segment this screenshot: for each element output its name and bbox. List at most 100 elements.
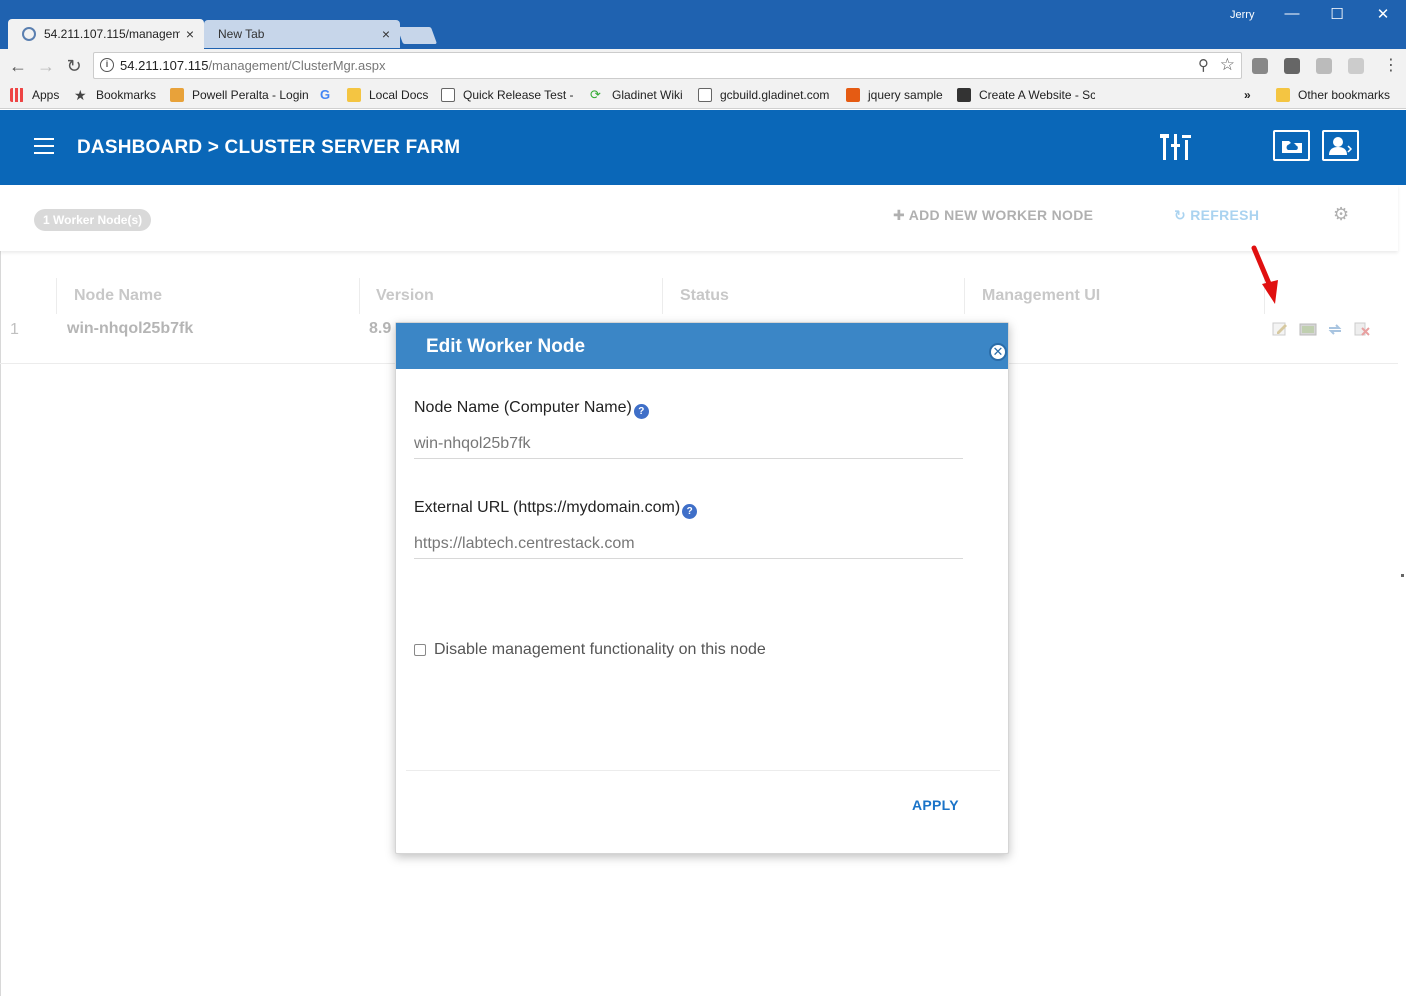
column-header-status[interactable]: Status — [662, 278, 965, 314]
external-url-label: External URL (https://mydomain.com)? — [414, 499, 698, 519]
tab-new-tab[interactable]: New Tab × — [204, 20, 400, 48]
tab-cluster-manager[interactable]: 54.211.107.115/managem × — [8, 19, 204, 49]
minimize-button[interactable]: — — [1277, 5, 1307, 25]
column-header-version[interactable]: Version — [359, 278, 662, 314]
row-number: 1 — [10, 321, 19, 338]
gear-icon[interactable]: ⚙ — [1333, 204, 1349, 225]
external-url-input[interactable] — [414, 529, 963, 559]
bookmark-local-docs[interactable]: Local Docs — [347, 88, 428, 102]
close-icon[interactable]: × — [186, 26, 194, 42]
edit-icon[interactable] — [1272, 322, 1290, 336]
add-worker-node-button[interactable]: ✚ ADD NEW WORKER NODE — [893, 207, 1093, 224]
tools-icon[interactable] — [1160, 132, 1192, 162]
url-path: /management/ClusterMgr.aspx — [208, 58, 386, 73]
bookmarks-bar: Apps ★ Bookmarks Powell Peralta - Login G… — [0, 83, 1406, 109]
bookmark-gladinet-wiki[interactable]: ⟳ Gladinet Wiki — [590, 88, 683, 102]
maximize-button[interactable]: ☐ — [1322, 5, 1352, 25]
refresh-button[interactable]: ↻ REFRESH — [1174, 207, 1259, 224]
bookmark-powell-peralta[interactable]: Powell Peralta - Login — [170, 88, 308, 102]
help-icon[interactable]: ? — [633, 404, 649, 419]
address-bar[interactable]: i 54.211.107.115/management/ClusterMgr.a… — [93, 52, 1242, 79]
bookmark-label: jquery sample — [868, 88, 943, 102]
info-icon[interactable]: i — [100, 58, 114, 72]
apps-icon — [10, 88, 24, 102]
extension-icon[interactable] — [1316, 58, 1332, 74]
help-icon[interactable]: ? — [682, 504, 698, 519]
url-text[interactable]: 54.211.107.115/management/ClusterMgr.asp… — [120, 58, 385, 73]
close-icon[interactable]: × — [382, 26, 390, 42]
bookmark-create-website[interactable]: Create A Website - Sc — [957, 88, 1095, 102]
refresh-icon: ↻ — [1174, 207, 1191, 223]
cluster-toolbar: 1 Worker Node(s) ✚ ADD NEW WORKER NODE ↻… — [0, 185, 1398, 251]
dialog-title: Edit Worker Node — [426, 336, 586, 357]
bookmark-apps[interactable]: Apps — [10, 88, 59, 102]
bookmark-label: gcbuild.gladinet.com — [720, 88, 830, 102]
google-icon: G — [320, 88, 331, 102]
bookmark-other[interactable]: Other bookmarks — [1276, 88, 1390, 102]
bookmark-label: Quick Release Test - ( — [463, 88, 577, 102]
node-name-label: Node Name (Computer Name)? — [414, 399, 649, 419]
bookmark-jquery-sample[interactable]: jquery sample — [846, 88, 943, 102]
delete-icon[interactable] — [1353, 322, 1371, 336]
breadcrumb[interactable]: DASHBOARD > CLUSTER SERVER FARM — [77, 137, 460, 159]
extension-icon[interactable] — [1284, 58, 1300, 74]
disable-management-checkbox[interactable] — [414, 644, 426, 656]
star-icon: ★ — [74, 88, 87, 102]
bookmark-label: Bookmarks — [96, 88, 157, 102]
profile-name[interactable]: Jerry — [1230, 9, 1254, 21]
browser-titlebar: 54.211.107.115/managem × New Tab × Jerry… — [0, 0, 1406, 49]
page-left-border — [0, 185, 1, 996]
bookmark-quick-release[interactable]: Quick Release Test - ( — [441, 88, 577, 102]
bookmark-bookmarks[interactable]: ★ Bookmarks — [74, 88, 156, 102]
window-close-button[interactable]: ✕ — [1368, 5, 1398, 25]
column-header-actions — [1264, 278, 1398, 314]
extension-icon[interactable] — [1252, 58, 1268, 74]
dialog-divider — [406, 770, 1000, 771]
disable-management-label: Disable management functionality on this… — [434, 641, 766, 658]
tab-title: New Tab — [218, 27, 265, 41]
page-icon — [22, 27, 36, 41]
user-account-icon[interactable] — [1322, 130, 1359, 161]
cloud-folder-icon[interactable] — [1273, 130, 1310, 161]
menu-icon[interactable] — [34, 138, 54, 156]
node-name-input[interactable] — [414, 429, 963, 459]
page-icon — [698, 88, 712, 102]
disable-management-option[interactable]: Disable management functionality on this… — [414, 641, 766, 659]
node-count-badge: 1 Worker Node(s) — [34, 209, 152, 231]
scrollbar-marker — [1401, 574, 1404, 577]
dropbox-icon[interactable] — [1348, 58, 1364, 74]
annotation-arrow — [1251, 245, 1278, 304]
sync-icon[interactable] — [1326, 322, 1344, 336]
apply-button[interactable]: APPLY — [912, 797, 959, 813]
bookmark-star-icon[interactable]: ☆ — [1220, 55, 1235, 75]
cube-icon — [957, 88, 971, 102]
zoom-icon[interactable]: ⚲ — [1198, 56, 1209, 74]
reload-icon[interactable]: ↻ — [63, 55, 85, 77]
refresh-label: REFRESH — [1190, 207, 1260, 223]
forward-icon[interactable]: → — [35, 55, 57, 77]
column-header-management-ui[interactable]: Management UI — [964, 278, 1264, 314]
bookmark-google[interactable]: G — [320, 88, 342, 102]
firefox-icon — [846, 88, 860, 102]
bookmark-label: Apps — [32, 88, 60, 102]
site-icon: ⟳ — [590, 88, 601, 102]
back-icon[interactable]: ← — [7, 55, 29, 77]
version-cell: 8.9 — [369, 320, 392, 337]
browser-menu-icon[interactable]: ⋮ — [1383, 55, 1399, 75]
tab-title: 54.211.107.115/managem — [44, 27, 180, 41]
dialog-header: Edit Worker Node ✕ — [396, 323, 1008, 369]
bookmark-label: Create A Website - Sc — [979, 88, 1095, 102]
bookmark-label: Powell Peralta - Login — [192, 88, 308, 102]
folder-icon — [1276, 88, 1290, 102]
row-actions — [1272, 322, 1371, 336]
close-icon[interactable]: ✕ — [989, 343, 1007, 361]
new-tab-button[interactable] — [396, 27, 438, 44]
bookmarks-overflow-button[interactable]: » — [1244, 88, 1251, 102]
bookmark-label: Local Docs — [369, 88, 429, 102]
bookmark-gcbuild[interactable]: gcbuild.gladinet.com — [698, 88, 832, 102]
add-node-label: ADD NEW WORKER NODE — [908, 207, 1094, 223]
column-header-node-name[interactable]: Node Name — [56, 278, 360, 314]
edit-worker-node-dialog: Edit Worker Node ✕ Node Name (Computer N… — [395, 322, 1009, 854]
bookmark-label: Gladinet Wiki — [612, 88, 683, 102]
web-view-icon[interactable] — [1299, 322, 1317, 336]
